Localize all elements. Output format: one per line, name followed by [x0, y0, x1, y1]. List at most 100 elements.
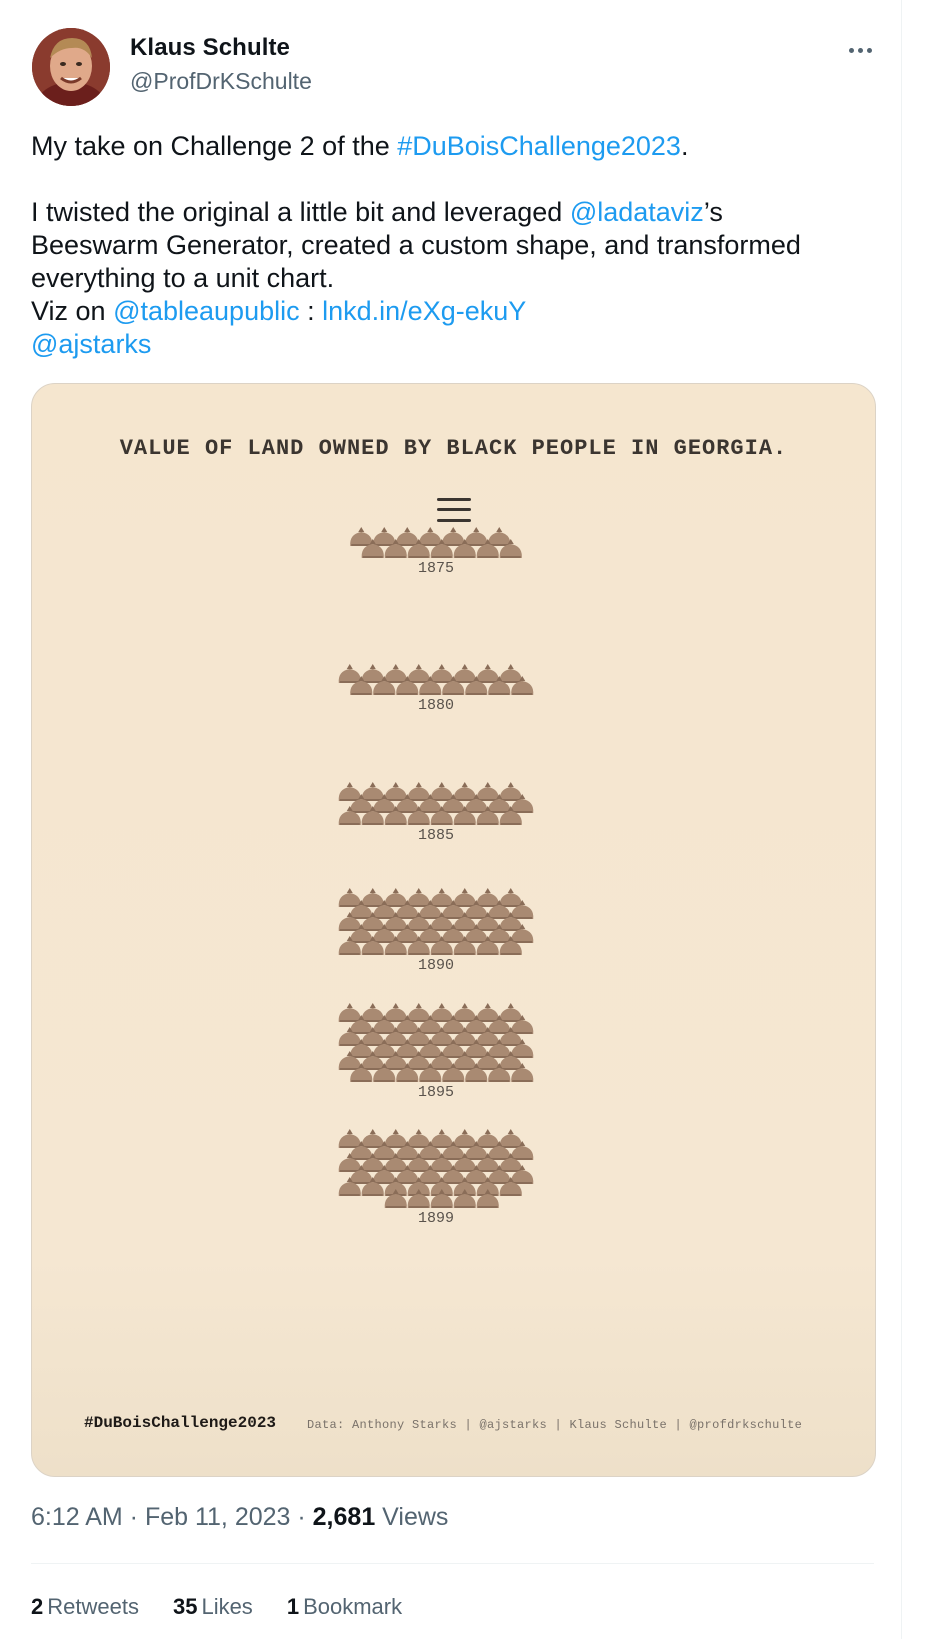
- retweets-label: Retweets: [47, 1594, 139, 1619]
- money-bag-icon: [453, 664, 476, 683]
- money-bag-icon: [384, 782, 407, 801]
- text: Viz on: [31, 296, 114, 326]
- money-bag-icon: [453, 1003, 476, 1022]
- tweet-meta: 6:12 AM · Feb 11, 2023 · 2,681 Views: [31, 1503, 448, 1532]
- money-bag-icon: [384, 1129, 407, 1148]
- more-options-button[interactable]: [840, 30, 880, 70]
- money-bag-icon: [396, 527, 419, 546]
- beeswarm-chart: 1875 1880 1885 1890 1895 1899: [338, 527, 534, 1227]
- money-bag-icon: [407, 888, 430, 907]
- separator: ·: [290, 1503, 313, 1531]
- money-bag-icon: [476, 888, 499, 907]
- likes-count: 35: [172, 1594, 198, 1619]
- author-handle[interactable]: @ProfDrKSchulte: [130, 68, 312, 95]
- money-bag-icon: [499, 1003, 522, 1022]
- retweets-count: 2: [31, 1594, 44, 1619]
- media-image[interactable]: VALUE OF LAND OWNED BY BLACK PEOPLE IN G…: [31, 383, 876, 1477]
- views-label: Views: [375, 1503, 449, 1531]
- text: I twisted the original a little bit and …: [31, 197, 570, 227]
- tweet-time[interactable]: 6:12 AM: [31, 1503, 123, 1531]
- separator: ·: [122, 1503, 145, 1531]
- more-dot: [848, 47, 854, 53]
- money-bag-icon: [499, 664, 522, 683]
- money-bag-icon: [361, 664, 384, 683]
- year-label: 1899: [418, 1210, 454, 1227]
- tweet-date[interactable]: Feb 11, 2023: [145, 1503, 290, 1531]
- more-dot: [857, 47, 863, 53]
- mention-link[interactable]: @ajstarks: [31, 329, 151, 359]
- tweet-line: My take on Challenge 2 of the #DuBoisCha…: [31, 130, 881, 163]
- money-bag-icon: [338, 888, 361, 907]
- likes-stat[interactable]: 35 Likes: [173, 1594, 253, 1620]
- money-bag-icon: [407, 1129, 430, 1148]
- views-count: 2,681: [312, 1503, 376, 1531]
- bookmarks-count: 1: [286, 1594, 300, 1619]
- year-label: 1885: [418, 827, 454, 844]
- money-bag-icon: [384, 664, 407, 683]
- bookmarks-label: Bookmark: [303, 1594, 403, 1619]
- money-bag-icon: [419, 527, 442, 546]
- divider: [31, 1563, 874, 1564]
- money-bag-icon: [453, 782, 476, 801]
- money-bag-icon: [338, 782, 361, 801]
- tweet-stats: 2 Retweets 35 Likes 1 Bookmark: [31, 1594, 402, 1620]
- money-bag-icon: [407, 664, 430, 683]
- url-link[interactable]: lnkd.in/eXg-ekuY: [322, 296, 526, 326]
- money-bag-icon: [430, 1129, 453, 1148]
- money-bag-icon: [476, 1129, 499, 1148]
- money-bag-icon: [384, 888, 407, 907]
- tweet-text: My take on Challenge 2 of the #DuBoisCha…: [31, 130, 881, 361]
- money-bag-icon: [338, 1129, 361, 1148]
- money-bag-icon: [407, 782, 430, 801]
- money-bag-icon: [453, 888, 476, 907]
- money-bag-icon: [338, 664, 361, 683]
- year-label: 1895: [418, 1084, 454, 1101]
- tweet-line: Beeswarm Generator, created a custom sha…: [31, 230, 801, 260]
- tweet-line: Viz on @tableaupublic : lnkd.in/eXg-ekuY: [31, 295, 881, 328]
- mention-link[interactable]: @ladataviz: [570, 197, 704, 227]
- retweets-stat[interactable]: 2 Retweets: [31, 1594, 139, 1620]
- more-dot: [866, 47, 872, 53]
- money-bag-icon: [361, 888, 384, 907]
- money-bag-icon: [465, 527, 488, 546]
- money-bag-icon: [430, 664, 453, 683]
- profile-photo-icon: [32, 28, 110, 106]
- money-bag-icon: [476, 782, 499, 801]
- money-bag-icon: [407, 1003, 430, 1022]
- money-bag-icon: [350, 527, 373, 546]
- tweet-line: everything to a unit chart.: [31, 263, 335, 293]
- text: My take on Challenge 2 of the: [31, 131, 398, 161]
- hashtag-link[interactable]: #DuBoisChallenge2023: [397, 131, 681, 161]
- year-label: 1890: [418, 957, 454, 974]
- money-bag-icon: [373, 527, 396, 546]
- footer-hashtag: #DuBoisChallenge2023: [84, 1414, 277, 1432]
- text: :: [299, 296, 323, 326]
- money-bag-icon: [488, 527, 511, 546]
- money-bag-icon: [453, 1129, 476, 1148]
- money-bag-icon: [361, 1003, 384, 1022]
- money-bag-icon: [361, 1129, 384, 1148]
- bookmarks-stat[interactable]: 1 Bookmark: [287, 1594, 402, 1620]
- author-name[interactable]: Klaus Schulte: [130, 34, 290, 62]
- text: .: [680, 131, 689, 161]
- money-bag-icon: [361, 782, 384, 801]
- money-bag-icon: [430, 1003, 453, 1022]
- footer-credit: Data: Anthony Starks | @ajstarks | Klaus…: [307, 1418, 803, 1432]
- money-bag-icon: [338, 1003, 361, 1022]
- tweet-line: @ajstarks: [31, 328, 881, 361]
- money-bag-icon: [499, 1129, 522, 1148]
- tweet: Klaus Schulte @ProfDrKSchulte My take on…: [0, 0, 902, 1639]
- year-label: 1875: [418, 560, 454, 577]
- tweet-line: I twisted the original a little bit and …: [31, 196, 881, 229]
- money-bag-icon: [476, 1003, 499, 1022]
- year-label: 1880: [418, 697, 454, 714]
- money-bag-icon: [476, 664, 499, 683]
- money-bag-icon: [384, 1003, 407, 1022]
- money-bag-icon: [430, 782, 453, 801]
- money-bag-icon: [499, 888, 522, 907]
- avatar[interactable]: [32, 28, 110, 106]
- text: ’s: [703, 197, 723, 227]
- mention-link[interactable]: @tableaupublic: [113, 296, 300, 326]
- likes-label: Likes: [201, 1594, 253, 1619]
